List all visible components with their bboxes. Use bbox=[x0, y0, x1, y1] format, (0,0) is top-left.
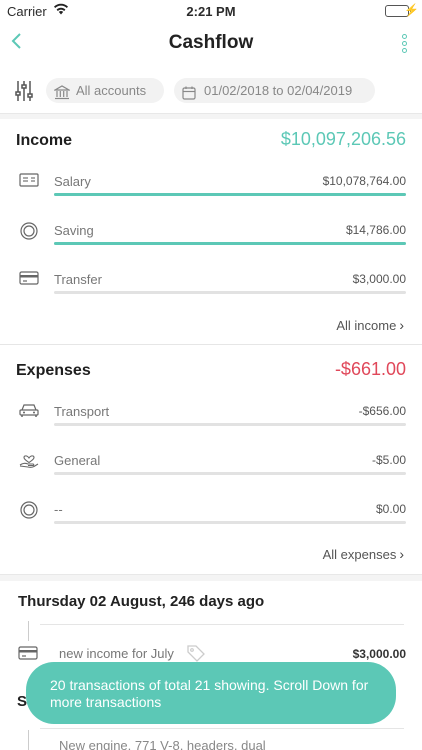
progress-bar bbox=[54, 193, 406, 196]
section-divider bbox=[0, 113, 422, 119]
calendar-icon bbox=[182, 83, 196, 108]
row-name: Saving bbox=[54, 223, 94, 238]
credit-card-icon bbox=[18, 645, 38, 666]
section-divider bbox=[0, 574, 422, 581]
income-row-transfer[interactable]: Transfer $3,000.00 bbox=[16, 270, 406, 310]
row-separator bbox=[40, 728, 404, 729]
row-name: -- bbox=[54, 502, 63, 517]
transactions-toast[interactable]: 20 transactions of total 21 showing. Scr… bbox=[26, 662, 396, 724]
charging-icon: ⚡ bbox=[404, 3, 419, 17]
day-heading: Thursday 02 August, 246 days ago bbox=[18, 593, 265, 610]
transaction-name[interactable]: New engine, 771 V-8, headers, dual bbox=[59, 738, 266, 750]
expense-row-general[interactable]: General -$5.00 bbox=[16, 451, 406, 491]
page-title: Cashflow bbox=[168, 32, 254, 53]
accounts-filter-label: All accounts bbox=[76, 83, 147, 98]
coin-icon bbox=[19, 221, 39, 241]
expense-row-uncategorized[interactable]: -- $0.00 bbox=[16, 500, 406, 540]
income-row-salary[interactable]: Salary $10,078,764.00 bbox=[16, 172, 406, 212]
row-amount: $10,078,764.00 bbox=[322, 174, 406, 188]
expenses-total: -$661.00 bbox=[334, 359, 406, 379]
progress-bar bbox=[54, 521, 406, 524]
row-amount: $3,000.00 bbox=[352, 272, 406, 286]
row-amount: -$5.00 bbox=[371, 453, 406, 467]
all-income-label: All income bbox=[336, 318, 397, 333]
date-range-label: 01/02/2018 to 02/04/2019 bbox=[204, 83, 353, 98]
progress-bar bbox=[54, 242, 406, 245]
row-name: Transfer bbox=[54, 272, 102, 287]
income-label: Income bbox=[16, 132, 73, 149]
filter-sliders-icon[interactable] bbox=[15, 80, 33, 102]
section-divider bbox=[0, 344, 422, 345]
payslip-icon bbox=[19, 172, 39, 192]
row-amount: $0.00 bbox=[375, 502, 406, 516]
status-time: 2:21 PM bbox=[186, 4, 236, 19]
all-income-link[interactable]: All income › bbox=[336, 317, 404, 333]
status-bar: Carrier 2:21 PM ⚡ bbox=[0, 0, 422, 22]
row-name: General bbox=[54, 453, 101, 468]
toast-message: 20 transactions of total 21 showing. Scr… bbox=[50, 677, 369, 710]
timeline-line bbox=[28, 730, 29, 750]
timeline-line bbox=[28, 621, 29, 641]
row-amount: -$656.00 bbox=[358, 404, 406, 418]
progress-bar bbox=[54, 291, 406, 294]
bank-icon bbox=[52, 83, 72, 108]
car-icon bbox=[19, 402, 39, 422]
row-amount: $14,786.00 bbox=[345, 223, 406, 237]
progress-bar bbox=[54, 472, 406, 475]
credit-card-icon bbox=[19, 270, 39, 290]
nav-bar: Cashflow bbox=[0, 22, 422, 66]
accounts-filter-chip[interactable]: All accounts bbox=[46, 78, 164, 103]
progress-fill bbox=[54, 193, 406, 196]
income-row-saving[interactable]: Saving $14,786.00 bbox=[16, 221, 406, 261]
row-name: Salary bbox=[54, 174, 91, 189]
more-vertical-icon[interactable] bbox=[402, 34, 408, 56]
progress-bar bbox=[54, 423, 406, 426]
transaction-name: new income for July bbox=[59, 646, 174, 661]
hand-heart-icon bbox=[19, 451, 39, 471]
coin-icon bbox=[19, 500, 39, 520]
all-expenses-label: All expenses bbox=[322, 547, 397, 562]
all-expenses-link[interactable]: All expenses › bbox=[323, 546, 404, 562]
progress-fill bbox=[54, 242, 406, 245]
income-total: $10,097,206.56 bbox=[280, 129, 406, 149]
chevron-right-icon: › bbox=[399, 546, 404, 562]
row-name: Transport bbox=[54, 404, 110, 419]
date-range-chip[interactable]: 01/02/2018 to 02/04/2019 bbox=[174, 78, 375, 103]
filter-bar: All accounts 01/02/2018 to 02/04/2019 bbox=[0, 74, 422, 108]
expenses-label: Expenses bbox=[16, 362, 91, 379]
row-separator bbox=[40, 624, 404, 625]
transaction-amount: $3,000.00 bbox=[352, 647, 406, 661]
chevron-right-icon: › bbox=[399, 317, 404, 333]
expense-row-transport[interactable]: Transport -$656.00 bbox=[16, 402, 406, 442]
